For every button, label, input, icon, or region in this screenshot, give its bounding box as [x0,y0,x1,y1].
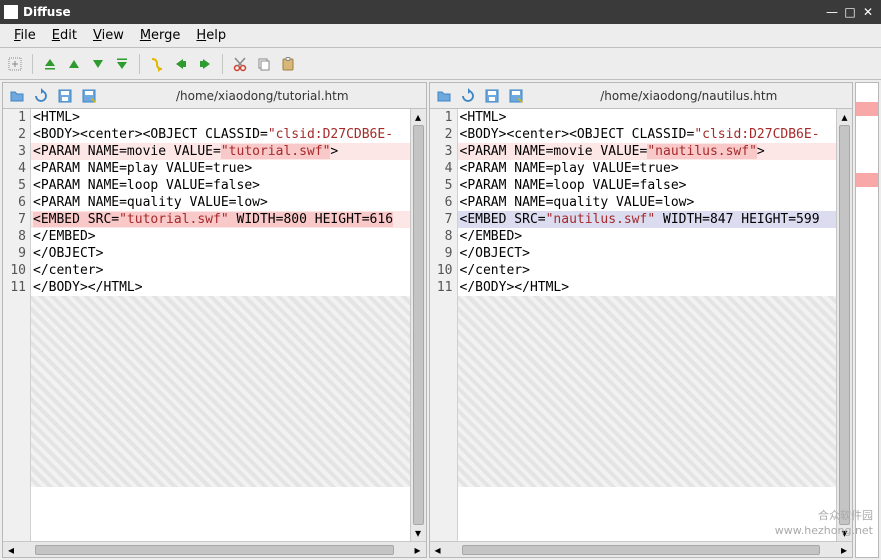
code-line[interactable]: <EMBED SRC="nautilus.swf" WIDTH=847 HEIG… [458,211,837,228]
vertical-scrollbar[interactable]: ▴▾ [836,109,852,541]
empty-area [458,296,837,487]
scrollbar-thumb[interactable] [462,545,821,555]
save-as-button[interactable] [506,86,526,106]
last-diff-button[interactable] [111,53,133,75]
push-right-button[interactable] [146,53,168,75]
horizontal-scrollbar[interactable]: ◂▸ [3,541,426,557]
maximize-button[interactable]: □ [841,5,859,19]
diff-pane-right: /home/xiaodong/nautilus.htm 1234567891011… [429,82,854,558]
reload-button[interactable] [458,86,478,106]
code-line[interactable]: <PARAM NAME=quality VALUE=low> [458,194,837,211]
open-file-button[interactable] [434,86,454,106]
empty-area [31,296,410,487]
file-path: /home/xiaodong/nautilus.htm [530,89,849,103]
menu-help[interactable]: Help [188,26,234,45]
editor-area[interactable]: 1234567891011<HTML><BODY><center><OBJECT… [430,109,853,541]
menubar: File Edit View Merge Help [0,24,881,48]
workspace: /home/xiaodong/tutorial.htm 1234567891011… [0,80,881,560]
code-line[interactable]: </BODY></HTML> [458,279,837,296]
scrollbar-thumb[interactable] [413,125,424,525]
line-gutter: 1234567891011 [3,109,31,541]
paste-button[interactable] [277,53,299,75]
toolbar [0,48,881,80]
scroll-up-icon[interactable]: ▴ [837,109,852,125]
code-area[interactable]: <HTML><BODY><center><OBJECT CLASSID="cls… [458,109,837,541]
code-line[interactable]: </EMBED> [31,228,410,245]
code-line[interactable]: <EMBED SRC="tutorial.swf" WIDTH=800 HEIG… [31,211,410,228]
diff-pane-left: /home/xiaodong/tutorial.htm 1234567891011… [2,82,427,558]
line-gutter: 1234567891011 [430,109,458,541]
first-diff-button[interactable] [39,53,61,75]
scroll-left-icon[interactable]: ◂ [3,543,19,557]
vertical-scrollbar[interactable]: ▴▾ [410,109,426,541]
code-line[interactable]: <PARAM NAME=movie VALUE="tutorial.swf"> [31,143,410,160]
code-line[interactable]: </OBJECT> [458,245,837,262]
pane-header: /home/xiaodong/nautilus.htm [430,83,853,109]
app-icon [4,5,18,19]
next-diff-button[interactable] [87,53,109,75]
code-line[interactable]: <PARAM NAME=quality VALUE=low> [31,194,410,211]
overview-diff-mark[interactable] [856,173,878,187]
file-path: /home/xiaodong/tutorial.htm [103,89,422,103]
window-title: Diffuse [23,5,823,19]
save-button[interactable] [55,86,75,106]
copy-left-button[interactable] [170,53,192,75]
code-line[interactable]: </BODY></HTML> [31,279,410,296]
code-line[interactable]: </center> [31,262,410,279]
scrollbar-thumb[interactable] [839,125,850,525]
toolbar-separator [32,54,33,74]
code-line[interactable]: </EMBED> [458,228,837,245]
code-area[interactable]: <HTML><BODY><center><OBJECT CLASSID="cls… [31,109,410,541]
save-as-button[interactable] [79,86,99,106]
open-file-button[interactable] [7,86,27,106]
code-line[interactable]: <BODY><center><OBJECT CLASSID="clsid:D27… [31,126,410,143]
scroll-right-icon[interactable]: ▸ [410,543,426,557]
scroll-right-icon[interactable]: ▸ [836,543,852,557]
editor-area[interactable]: 1234567891011<HTML><BODY><center><OBJECT… [3,109,426,541]
prev-diff-button[interactable] [63,53,85,75]
scroll-down-icon[interactable]: ▾ [411,525,426,541]
code-line[interactable]: <HTML> [31,109,410,126]
scroll-left-icon[interactable]: ◂ [430,543,446,557]
cut-button[interactable] [229,53,251,75]
horizontal-scrollbar[interactable]: ◂▸ [430,541,853,557]
menu-file[interactable]: File [6,26,44,45]
close-button[interactable]: ✕ [859,5,877,19]
code-line[interactable]: </OBJECT> [31,245,410,262]
scroll-up-icon[interactable]: ▴ [411,109,426,125]
window-titlebar: Diffuse — □ ✕ [0,0,881,24]
overview-diff-mark[interactable] [856,102,878,116]
scrollbar-thumb[interactable] [35,545,394,555]
copy-right-button[interactable] [194,53,216,75]
code-line[interactable]: <HTML> [458,109,837,126]
toolbar-separator [139,54,140,74]
code-line[interactable]: <PARAM NAME=loop VALUE=false> [31,177,410,194]
realign-button[interactable] [4,53,26,75]
minimize-button[interactable]: — [823,5,841,19]
copy-button[interactable] [253,53,275,75]
overview-strip[interactable] [855,82,879,558]
watermark: 合众软件园 www.hezhong.net [775,509,873,538]
code-line[interactable]: <PARAM NAME=play VALUE=true> [31,160,410,177]
reload-button[interactable] [31,86,51,106]
menu-edit[interactable]: Edit [44,26,85,45]
menu-merge[interactable]: Merge [132,26,189,45]
code-line[interactable]: <PARAM NAME=play VALUE=true> [458,160,837,177]
pane-header: /home/xiaodong/tutorial.htm [3,83,426,109]
menu-view[interactable]: View [85,26,132,45]
save-button[interactable] [482,86,502,106]
code-line[interactable]: </center> [458,262,837,279]
code-line[interactable]: <PARAM NAME=movie VALUE="nautilus.swf"> [458,143,837,160]
code-line[interactable]: <BODY><center><OBJECT CLASSID="clsid:D27… [458,126,837,143]
toolbar-separator [222,54,223,74]
code-line[interactable]: <PARAM NAME=loop VALUE=false> [458,177,837,194]
